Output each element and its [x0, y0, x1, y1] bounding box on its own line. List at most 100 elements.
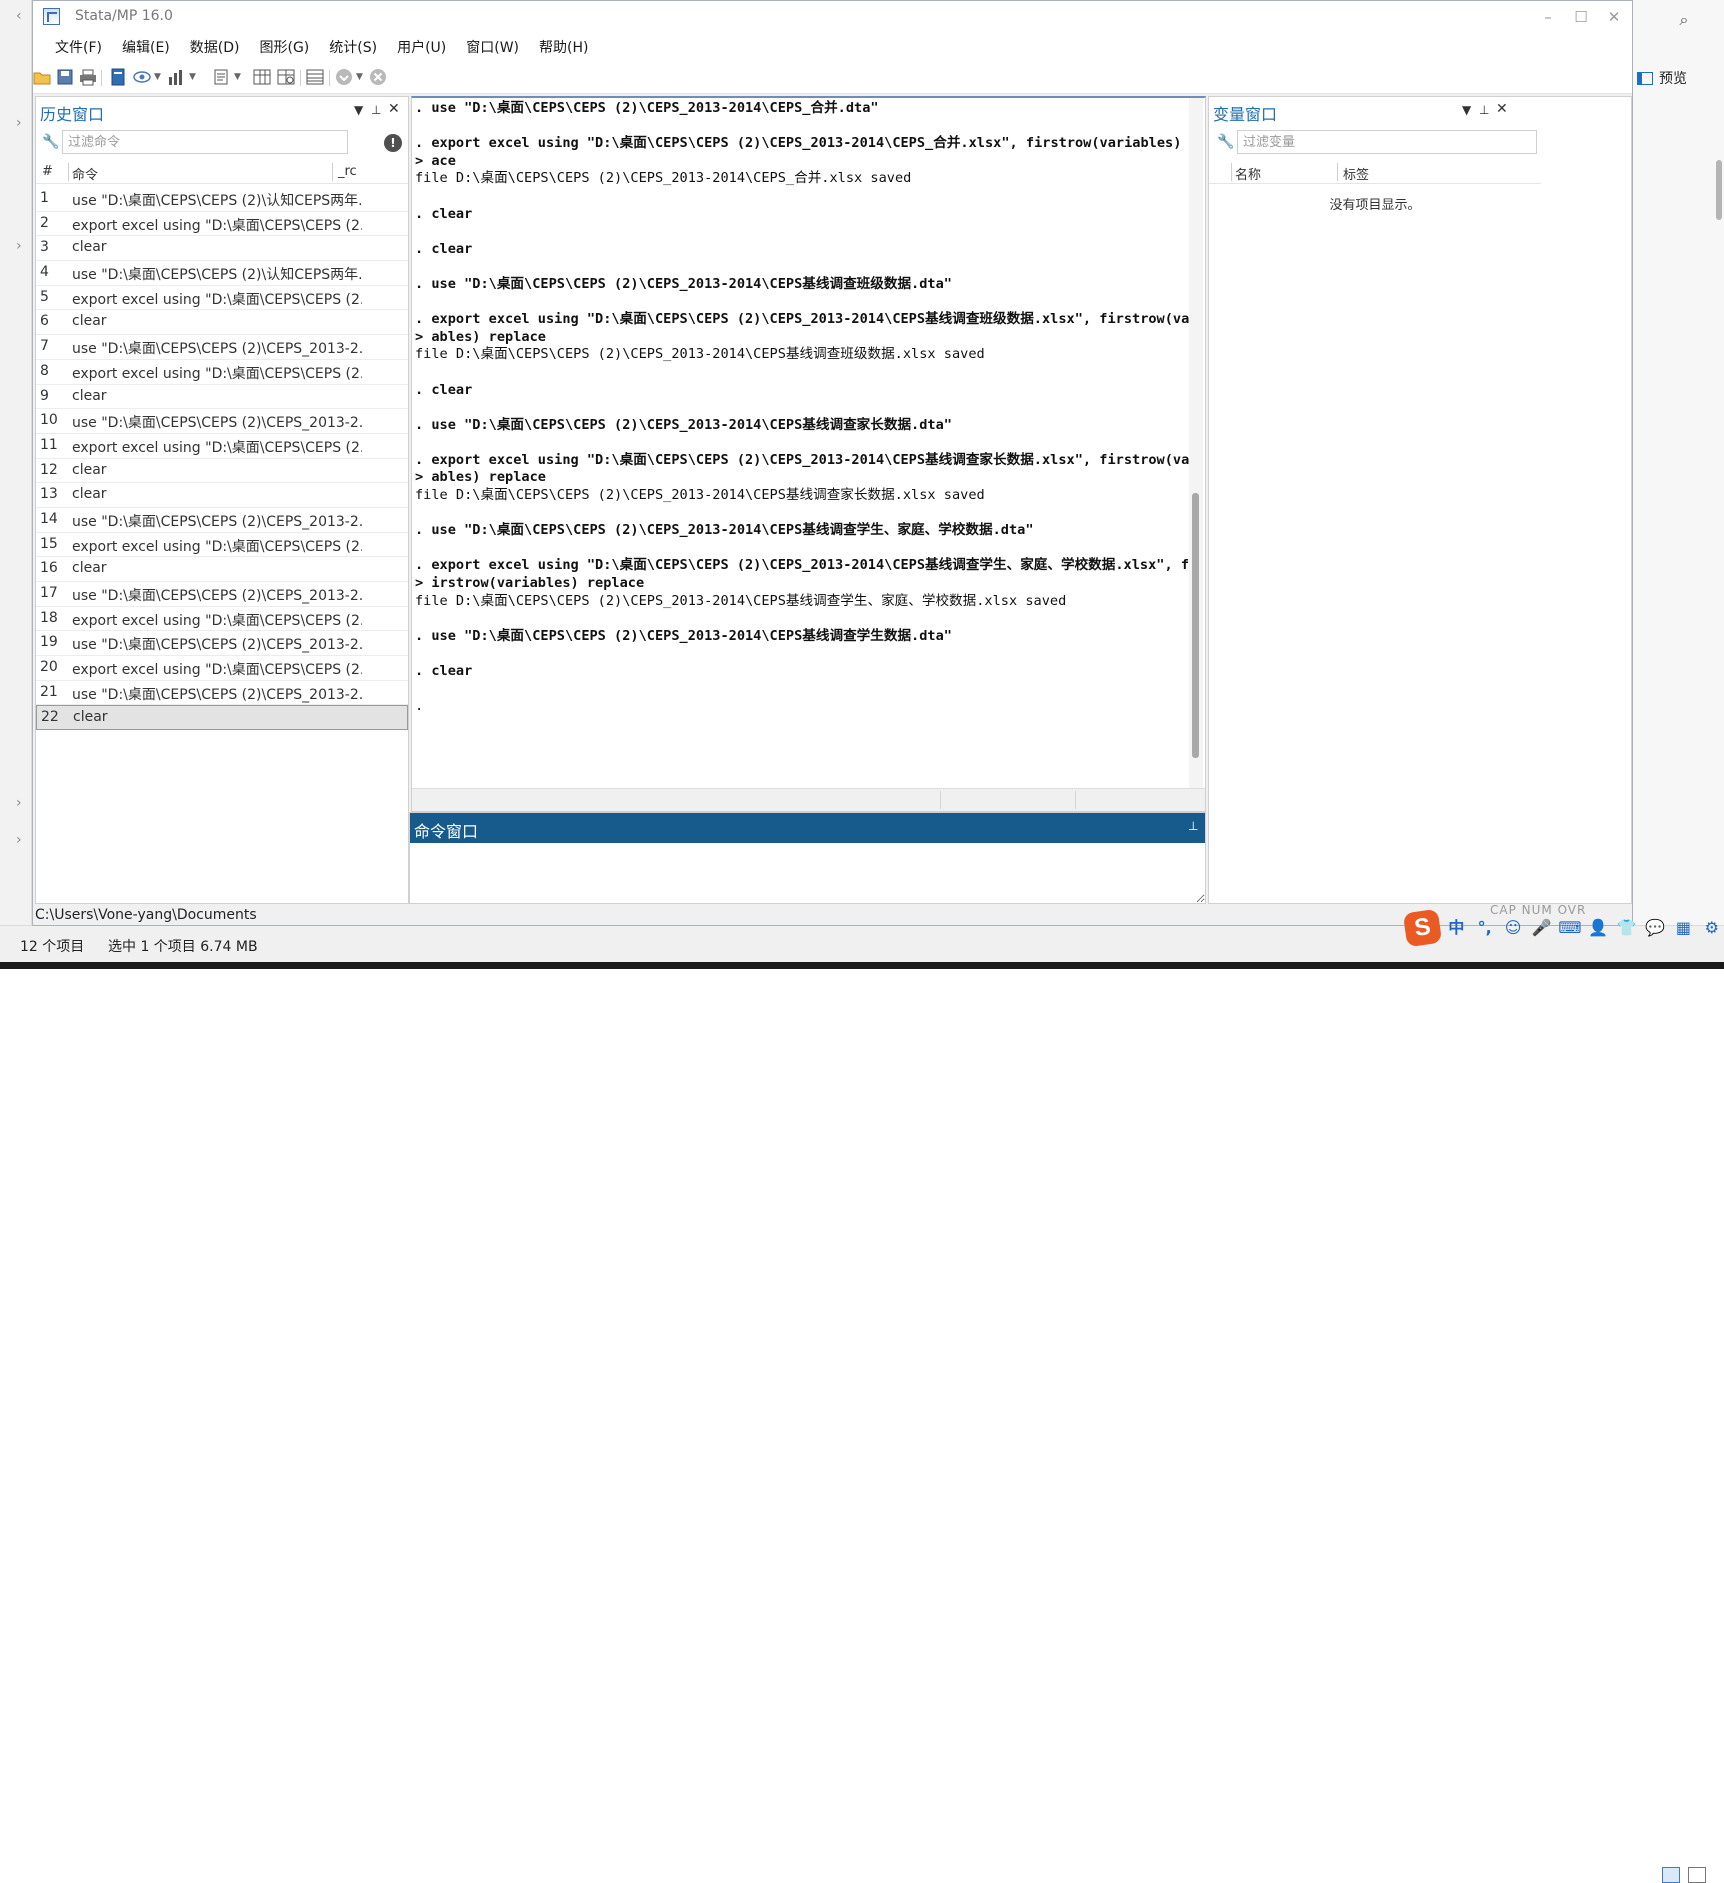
history-row[interactable]: 22 clear [36, 705, 408, 731]
history-row[interactable]: 13 clear [36, 483, 408, 508]
chinese-mode-icon[interactable]: 中 [1444, 916, 1468, 940]
log-icon[interactable] [109, 68, 127, 86]
column-divider[interactable] [332, 163, 333, 181]
info-icon[interactable]: ! [384, 134, 402, 152]
chevron-right-icon[interactable]: › [16, 115, 22, 131]
variables-manager-icon[interactable] [306, 68, 324, 86]
col-num[interactable]: # [42, 164, 53, 179]
graph-dropdown-icon[interactable]: ▼ [189, 68, 197, 86]
more-icon[interactable] [335, 68, 353, 86]
scrollbar-thumb[interactable] [1192, 493, 1199, 758]
history-row[interactable]: 5 export excel using "D:\桌面\CEPS\CEPS (2.… [36, 286, 408, 311]
column-divider[interactable] [68, 163, 69, 181]
menu-statistics[interactable]: 统计(S) [319, 37, 387, 57]
punctuation-icon[interactable]: °, [1473, 916, 1497, 940]
chat-icon[interactable]: 💬 [1643, 916, 1667, 940]
details-view-icon[interactable] [1662, 1867, 1680, 1883]
results-vertical-scrollbar[interactable] [1189, 98, 1203, 788]
history-row[interactable]: 8 export excel using "D:\桌面\CEPS\CEPS (2.… [36, 360, 408, 385]
filter-icon[interactable]: ▼ [1462, 103, 1471, 117]
chevron-right-icon[interactable]: › [16, 238, 22, 254]
explorer-scrollbar[interactable] [1716, 160, 1722, 220]
title-bar[interactable]: Stata/MP 16.0 – ☐ ✕ [33, 1, 1632, 33]
search-icon[interactable]: ⌕ [1672, 8, 1696, 32]
pin-icon[interactable]: ⊥ [1479, 103, 1489, 117]
do-file-dropdown-icon[interactable]: ▼ [234, 68, 242, 86]
filter-icon[interactable]: ▼ [354, 103, 363, 117]
history-row[interactable]: 2 export excel using "D:\桌面\CEPS\CEPS (2.… [36, 212, 408, 237]
history-row[interactable]: 6 clear [36, 310, 408, 336]
data-browser-icon[interactable] [277, 68, 295, 86]
menu-file[interactable]: 文件(F) [45, 37, 112, 57]
do-file-editor-icon[interactable] [213, 68, 231, 86]
viewer-dropdown-icon[interactable]: ▼ [154, 68, 162, 86]
settings-icon[interactable]: ⚙ [1700, 916, 1724, 940]
close-icon[interactable]: ✕ [388, 101, 400, 117]
wrench-icon[interactable]: 🔧 [1217, 133, 1235, 151]
col-rc[interactable]: _rc [338, 164, 357, 179]
graph-icon[interactable] [167, 68, 185, 86]
menu-window[interactable]: 窗口(W) [456, 37, 529, 57]
history-row-command: use "D:\桌面\CEPS\CEPS (2)\CEPS_2013-2... [72, 341, 362, 358]
user-icon[interactable]: 👤 [1586, 916, 1610, 940]
command-input[interactable] [410, 843, 1205, 903]
menu-edit[interactable]: 编辑(E) [112, 37, 180, 57]
history-row[interactable]: 15 export excel using "D:\桌面\CEPS\CEPS (2… [36, 533, 408, 558]
col-command[interactable]: 命令 [72, 164, 98, 183]
menu-data[interactable]: 数据(D) [180, 37, 250, 57]
history-row[interactable]: 10 use "D:\桌面\CEPS\CEPS (2)\CEPS_2013-2..… [36, 409, 408, 434]
menu-user[interactable]: 用户(U) [387, 37, 456, 57]
apps-grid-icon[interactable]: ▦ [1671, 916, 1695, 940]
save-icon[interactable] [56, 68, 74, 86]
column-divider[interactable] [1231, 163, 1232, 181]
menu-graphics[interactable]: 图形(G) [249, 37, 319, 57]
wrench-icon[interactable]: 🔧 [42, 133, 60, 151]
results-output[interactable]: . use "D:\桌面\CEPS\CEPS (2)\CEPS_2013-201… [415, 99, 1195, 715]
pin-icon[interactable]: ⊥ [371, 103, 381, 117]
viewer-icon[interactable] [133, 68, 151, 86]
break-icon[interactable] [369, 68, 387, 86]
command-pane: 命令窗口 ⊥ [409, 812, 1206, 904]
preview-button[interactable]: 预览 [1637, 66, 1687, 90]
maximize-button[interactable]: ☐ [1565, 3, 1597, 31]
history-row[interactable]: 3 clear [36, 236, 408, 262]
history-row[interactable]: 20 export excel using "D:\桌面\CEPS\CEPS (2… [36, 656, 408, 681]
history-row[interactable]: 14 use "D:\桌面\CEPS\CEPS (2)\CEPS_2013-2..… [36, 508, 408, 533]
menu-help[interactable]: 帮助(H) [529, 37, 598, 57]
more-dropdown-icon[interactable]: ▼ [356, 68, 364, 86]
open-icon[interactable] [33, 68, 51, 86]
sogou-logo-icon[interactable]: S [1402, 908, 1443, 948]
emoji-icon[interactable]: ☺ [1501, 916, 1525, 940]
history-row[interactable]: 18 export excel using "D:\桌面\CEPS\CEPS (2… [36, 607, 408, 632]
chevron-right-icon[interactable]: › [16, 832, 22, 848]
history-row[interactable]: 17 use "D:\桌面\CEPS\CEPS (2)\CEPS_2013-2..… [36, 582, 408, 607]
history-row[interactable]: 21 use "D:\桌面\CEPS\CEPS (2)\CEPS_2013-2..… [36, 681, 408, 706]
chevron-left-icon[interactable]: ‹ [16, 8, 22, 24]
chevron-right-icon[interactable]: › [16, 795, 22, 811]
column-divider[interactable] [1337, 163, 1338, 181]
history-filter-input[interactable] [62, 130, 348, 154]
history-row[interactable]: 4 use "D:\桌面\CEPS\CEPS (2)\认知CEPS两年... [36, 261, 408, 286]
print-icon[interactable] [79, 68, 97, 86]
history-row[interactable]: 12 clear [36, 459, 408, 484]
stata-app-icon [43, 8, 60, 25]
history-row[interactable]: 7 use "D:\桌面\CEPS\CEPS (2)\CEPS_2013-2... [36, 335, 408, 360]
skin-icon[interactable]: 👕 [1614, 916, 1638, 940]
close-icon[interactable]: ✕ [1496, 101, 1508, 117]
history-row[interactable]: 16 clear [36, 557, 408, 582]
large-icons-view-icon[interactable] [1688, 1867, 1706, 1883]
history-row-number: 13 [40, 486, 58, 503]
close-button[interactable]: ✕ [1598, 3, 1630, 31]
history-row[interactable]: 1 use "D:\桌面\CEPS\CEPS (2)\认知CEPS两年... [36, 187, 408, 212]
keyboard-icon[interactable]: ⌨ [1558, 916, 1582, 940]
col-label[interactable]: 标签 [1343, 164, 1369, 183]
variables-filter-input[interactable] [1237, 130, 1537, 154]
col-name[interactable]: 名称 [1235, 164, 1261, 183]
microphone-icon[interactable]: 🎤 [1529, 916, 1553, 940]
pin-icon[interactable]: ⊥ [1188, 819, 1198, 833]
minimize-button[interactable]: – [1532, 3, 1564, 31]
data-editor-icon[interactable] [253, 68, 271, 86]
history-row[interactable]: 9 clear [36, 385, 408, 410]
history-row[interactable]: 19 use "D:\桌面\CEPS\CEPS (2)\CEPS_2013-2..… [36, 631, 408, 657]
history-row[interactable]: 11 export excel using "D:\桌面\CEPS\CEPS (2… [36, 434, 408, 459]
